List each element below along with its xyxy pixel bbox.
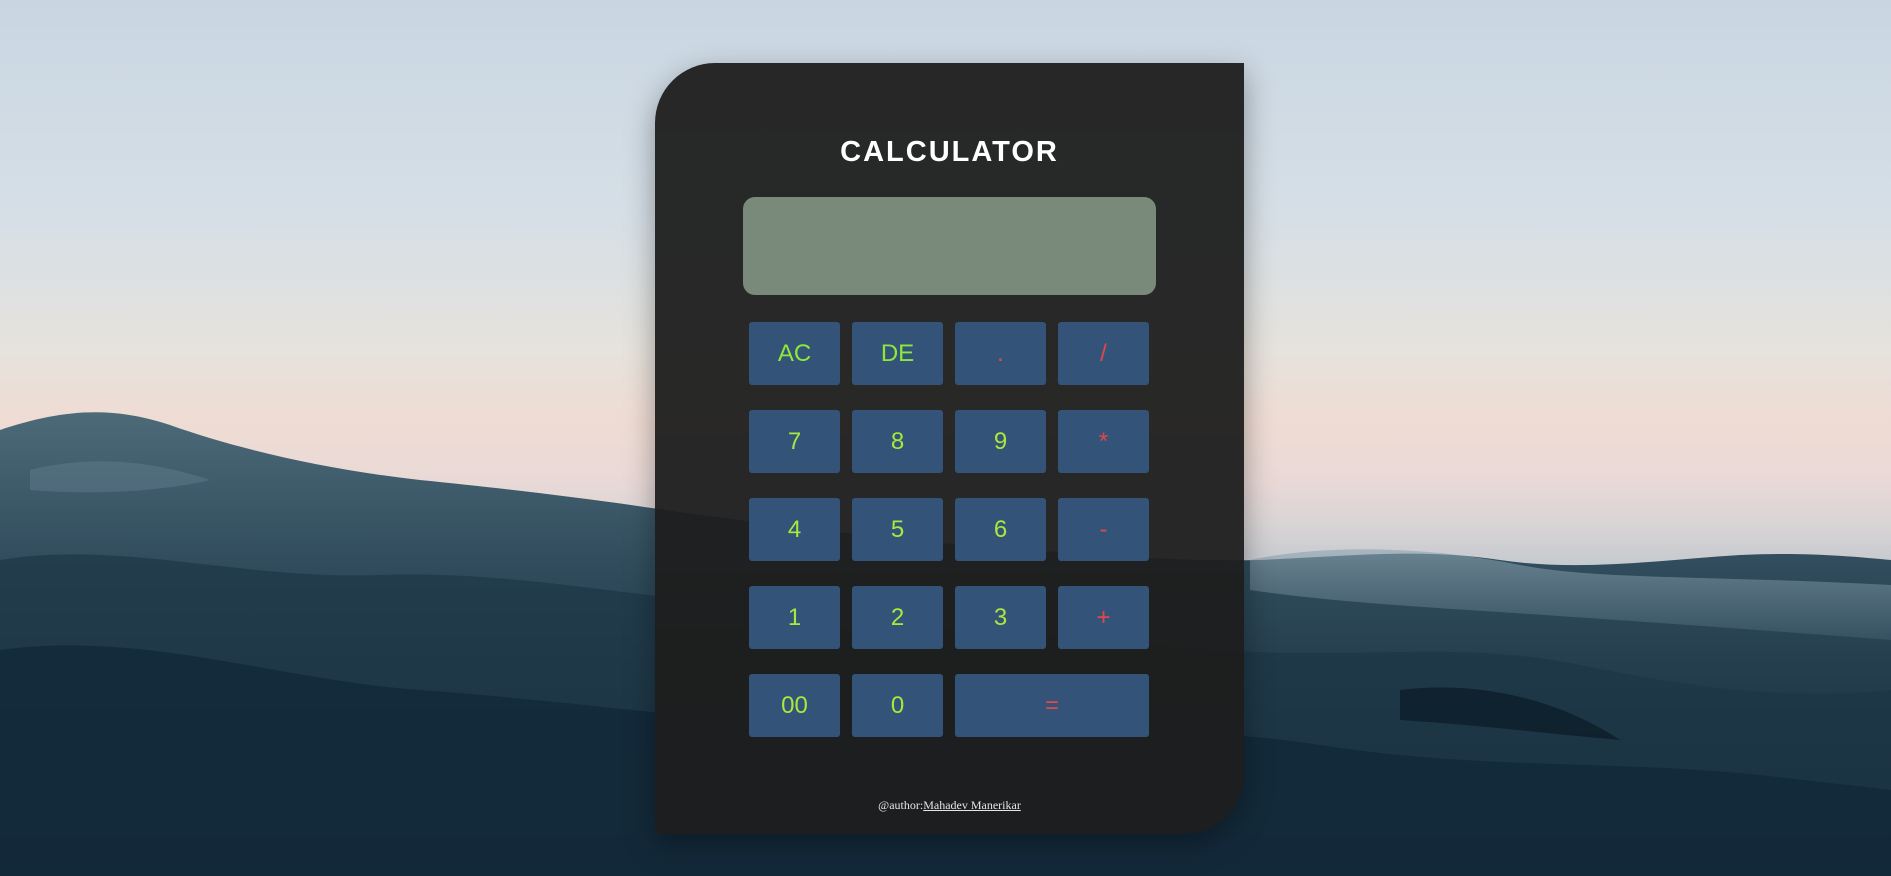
keypad: AC DE./7 8 9 * 4 5 6-1 2 3 +00 0 = xyxy=(749,322,1151,737)
digit-3-button[interactable]: 3 xyxy=(955,586,1046,649)
double-zero-button[interactable]: 00 xyxy=(749,674,840,737)
digit-0-button[interactable]: 0 xyxy=(852,674,943,737)
clear-button[interactable]: AC xyxy=(749,322,840,385)
calculator-display[interactable] xyxy=(743,197,1156,295)
digit-2-button[interactable]: 2 xyxy=(852,586,943,649)
author-footer: @author:Mahadev Manerikar xyxy=(655,798,1244,813)
equals-button[interactable]: = xyxy=(955,674,1149,737)
decimal-button[interactable]: . xyxy=(955,322,1046,385)
calculator-panel: CALCULATOR AC DE./7 8 9 * 4 5 6-1 2 3 +00 0 = @autho… xyxy=(655,63,1244,834)
author-link[interactable]: Mahadev Manerikar xyxy=(923,798,1021,812)
digit-7-button[interactable]: 7 xyxy=(749,410,840,473)
digit-4-button[interactable]: 4 xyxy=(749,498,840,561)
delete-button[interactable]: DE xyxy=(852,322,943,385)
multiply-button[interactable]: * xyxy=(1058,410,1149,473)
calculator-title: CALCULATOR xyxy=(840,136,1059,168)
digit-5-button[interactable]: 5 xyxy=(852,498,943,561)
author-prefix: @author: xyxy=(878,798,924,812)
add-button[interactable]: + xyxy=(1058,586,1149,649)
digit-1-button[interactable]: 1 xyxy=(749,586,840,649)
digit-8-button[interactable]: 8 xyxy=(852,410,943,473)
subtract-button[interactable]: - xyxy=(1058,498,1149,561)
digit-6-button[interactable]: 6 xyxy=(955,498,1046,561)
divide-button[interactable]: / xyxy=(1058,322,1149,385)
digit-9-button[interactable]: 9 xyxy=(955,410,1046,473)
